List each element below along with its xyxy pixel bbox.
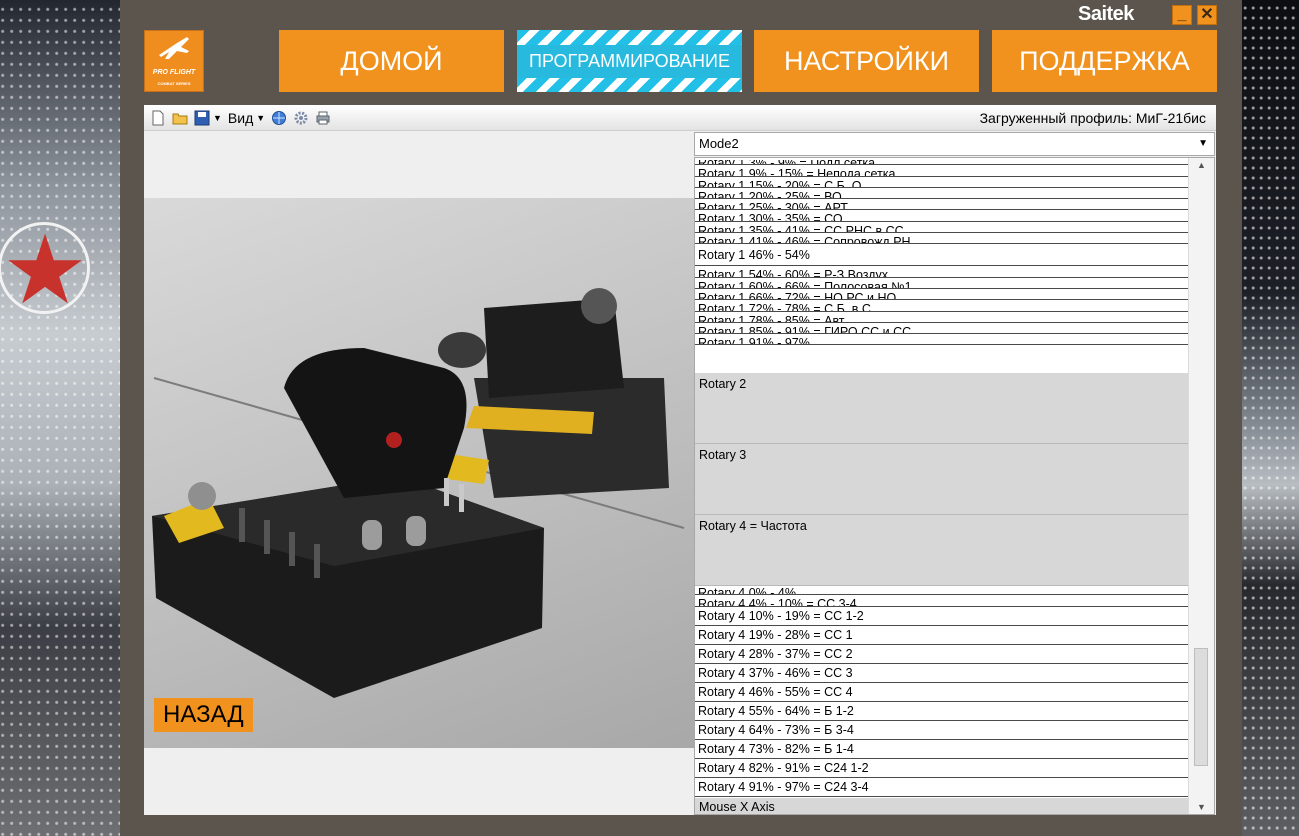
loaded-profile-label: Загруженный профиль: МиГ-21бис	[979, 110, 1206, 126]
mode-select-value: Mode2	[699, 136, 739, 151]
list-item[interactable]: Rotary 4 91% - 97% = С24 3-4	[695, 778, 1188, 797]
list-item[interactable]: Rotary 1 54% - 60% = Р-З Воздух	[695, 266, 1188, 278]
list-item[interactable]: Rotary 4 64% - 73% = Б 3-4	[695, 721, 1188, 740]
list-item[interactable]: Rotary 1 9% - 15% = Непода сетка	[695, 165, 1188, 177]
desktop-wallpaper-right	[1242, 0, 1299, 836]
desktop-wallpaper-left: ★	[0, 0, 120, 836]
list-item[interactable]: Rotary 4 4% - 10% = СС 3-4	[695, 595, 1188, 607]
mode-select[interactable]: Mode2 ▼	[694, 132, 1215, 156]
list-item[interactable]: Rotary 1 41% - 46% = Сопровожд РН	[695, 233, 1188, 245]
list-item[interactable]: Rotary 4 0% - 4%	[695, 588, 1188, 596]
view-menu[interactable]: Вид	[228, 110, 253, 126]
group-rotary-2[interactable]: Rotary 2	[695, 373, 1188, 444]
list-item[interactable]: Rotary 1 85% - 91% = ГИРО СС и СС	[695, 323, 1188, 335]
group-mouse-x-axis[interactable]: Mouse X Axis	[695, 798, 1188, 814]
list-item[interactable]: Rotary 1 91% - 97%	[695, 334, 1188, 346]
list-item[interactable]: Rotary 1 78% - 85% = Авт	[695, 312, 1188, 323]
list-item[interactable]: Rotary 1 25% - 30% = АРТ	[695, 199, 1188, 211]
assignment-list-panel[interactable]: Rotary 1 3% - 9% = Подл сеткаRotary 1 9%…	[694, 157, 1215, 815]
jet-icon	[159, 37, 189, 59]
list-item[interactable]: Rotary 4 82% - 91% = С24 1-2	[695, 759, 1188, 778]
rotary1-list[interactable]: Rotary 1 3% - 9% = Подл сеткаRotary 1 9%…	[695, 160, 1188, 373]
print-icon[interactable]	[315, 110, 331, 126]
gear-icon[interactable]	[293, 110, 309, 126]
group-rotary-4-label: Rotary 4 = Частота	[699, 519, 807, 533]
scroll-down-icon[interactable]: ▼	[1197, 802, 1206, 812]
logo-subtitle: COMBAT SERIES	[157, 81, 191, 86]
group-mouse-x-axis-label: Mouse X Axis	[699, 800, 775, 814]
tab-support[interactable]: ПОДДЕРЖКА	[992, 30, 1217, 92]
group-rotary-3[interactable]: Rotary 3	[695, 444, 1188, 515]
chevron-down-icon[interactable]: ▼	[1198, 133, 1208, 155]
list-item[interactable]: Rotary 4 73% - 82% = Б 1-4	[695, 740, 1188, 759]
saitek-app-window: Saitek _ ✕ PRO FLIGHT COMBAT SERIES ДОМО…	[120, 0, 1242, 836]
view-dropdown-icon[interactable]: ▼	[256, 113, 265, 123]
group-rotary-3-label: Rotary 3	[699, 448, 747, 462]
scrollbar-thumb[interactable]	[1194, 648, 1208, 766]
list-item[interactable]: Rotary 4 10% - 19% = СС 1-2	[695, 607, 1188, 626]
globe-icon[interactable]	[271, 110, 287, 126]
open-folder-icon[interactable]	[172, 110, 188, 126]
close-button[interactable]: ✕	[1197, 5, 1217, 25]
save-icon[interactable]	[194, 110, 210, 126]
red-star-icon: ★	[2, 217, 89, 324]
tab-settings-label: НАСТРОЙКИ	[784, 45, 949, 76]
tab-support-label: ПОДДЕРЖКА	[1019, 45, 1190, 76]
group-rotary-4[interactable]: Rotary 4 = Частота	[695, 515, 1188, 586]
rotary4-list[interactable]: Rotary 4 0% - 4% Rotary 4 4% - 10% = СС 3…	[695, 588, 1188, 798]
rotary4-rows: Rotary 4 0% - 4% Rotary 4 4% - 10% = СС 3…	[695, 588, 1188, 797]
list-item[interactable]: Rotary 1 35% - 41% = СС РНС в СС	[695, 222, 1188, 234]
group-rotary-2-label: Rotary 2	[699, 377, 747, 391]
controller-image: НАЗАД	[144, 198, 695, 748]
minimize-button[interactable]: _	[1172, 5, 1192, 25]
hotas-throttle-illustration	[152, 288, 685, 698]
toolbar: ▼ Вид ▼ Загруженный профиль: МиГ-21бис	[144, 105, 1216, 131]
list-item[interactable]: Rotary 4 19% - 28% = СС 1	[695, 626, 1188, 645]
scroll-up-icon[interactable]: ▲	[1197, 160, 1206, 170]
list-item[interactable]: Rotary 4 37% - 46% = СС 3	[695, 664, 1188, 683]
list-scrollbar[interactable]: ▲ ▼	[1188, 158, 1214, 814]
list-item[interactable]: Rotary 4 28% - 37% = СС 2	[695, 645, 1188, 664]
logo-title: PRO FLIGHT	[152, 69, 196, 76]
tab-programming[interactable]: ПРОГРАММИРОВАНИЕ	[517, 30, 742, 92]
new-file-icon[interactable]	[150, 110, 166, 126]
programming-panel: ▼ Вид ▼ Загруженный профиль: МиГ-21бис Н…	[144, 105, 1216, 815]
rotary1-rows: Rotary 1 3% - 9% = Подл сеткаRotary 1 9%…	[695, 160, 1188, 346]
pro-flight-logo[interactable]: PRO FLIGHT COMBAT SERIES	[144, 30, 204, 92]
save-dropdown-icon[interactable]: ▼	[213, 113, 222, 123]
tab-home-label: ДОМОЙ	[340, 45, 443, 76]
list-item[interactable]: Rotary 1 72% - 78% = С.Б. в С	[695, 300, 1188, 312]
tab-settings[interactable]: НАСТРОЙКИ	[754, 30, 979, 92]
list-item[interactable]: Rotary 1 15% - 20% = С.Б. О	[695, 177, 1188, 188]
list-item[interactable]: Rotary 4 46% - 55% = СС 4	[695, 683, 1188, 702]
back-button[interactable]: НАЗАД	[154, 698, 253, 732]
list-item[interactable]: Rotary 1 60% - 66% = Полосовая №1	[695, 278, 1188, 289]
list-item[interactable]: Rotary 4 55% - 64% = Б 1-2	[695, 702, 1188, 721]
saitek-brand: Saitek	[1078, 3, 1134, 25]
tab-programming-label: ПРОГРАММИРОВАНИЕ	[517, 44, 742, 78]
list-item[interactable]: Rotary 1 46% - 54%	[695, 244, 1188, 267]
list-item[interactable]: Rotary 1 66% - 72% = НО РС и НО	[695, 289, 1188, 301]
list-item[interactable]: Rotary 1 30% - 35% = СО	[695, 210, 1188, 222]
tab-home[interactable]: ДОМОЙ	[279, 30, 504, 92]
list-item[interactable]: Rotary 1 20% - 25% = ВО	[695, 188, 1188, 200]
